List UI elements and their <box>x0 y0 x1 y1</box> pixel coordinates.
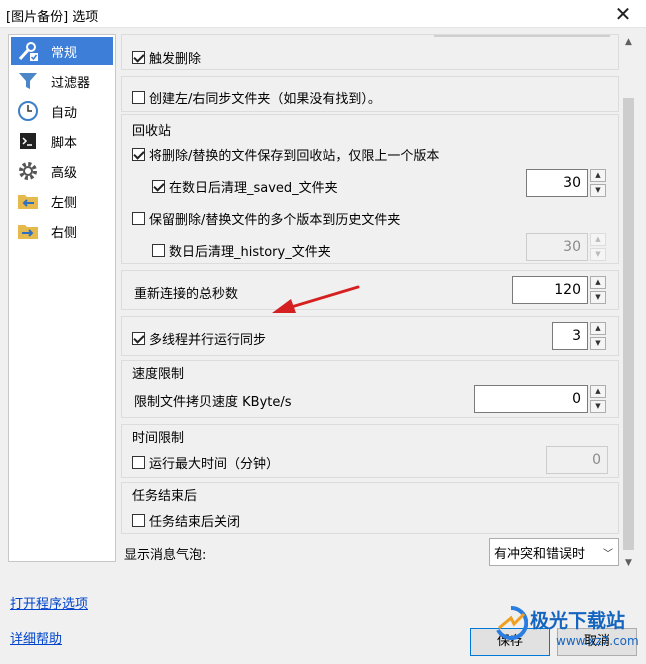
watermark-text: 极光下载站 <box>530 610 626 632</box>
watermark-logo-icon <box>496 606 528 640</box>
annotation-arrow <box>272 285 360 313</box>
watermark-url: www.xz7.com <box>556 634 639 648</box>
help-link[interactable]: 详细帮助 <box>10 628 62 647</box>
watermark: 极光下载站 www.xz7.com <box>494 604 640 656</box>
open-program-options-link[interactable]: 打开程序选项 <box>10 593 88 612</box>
